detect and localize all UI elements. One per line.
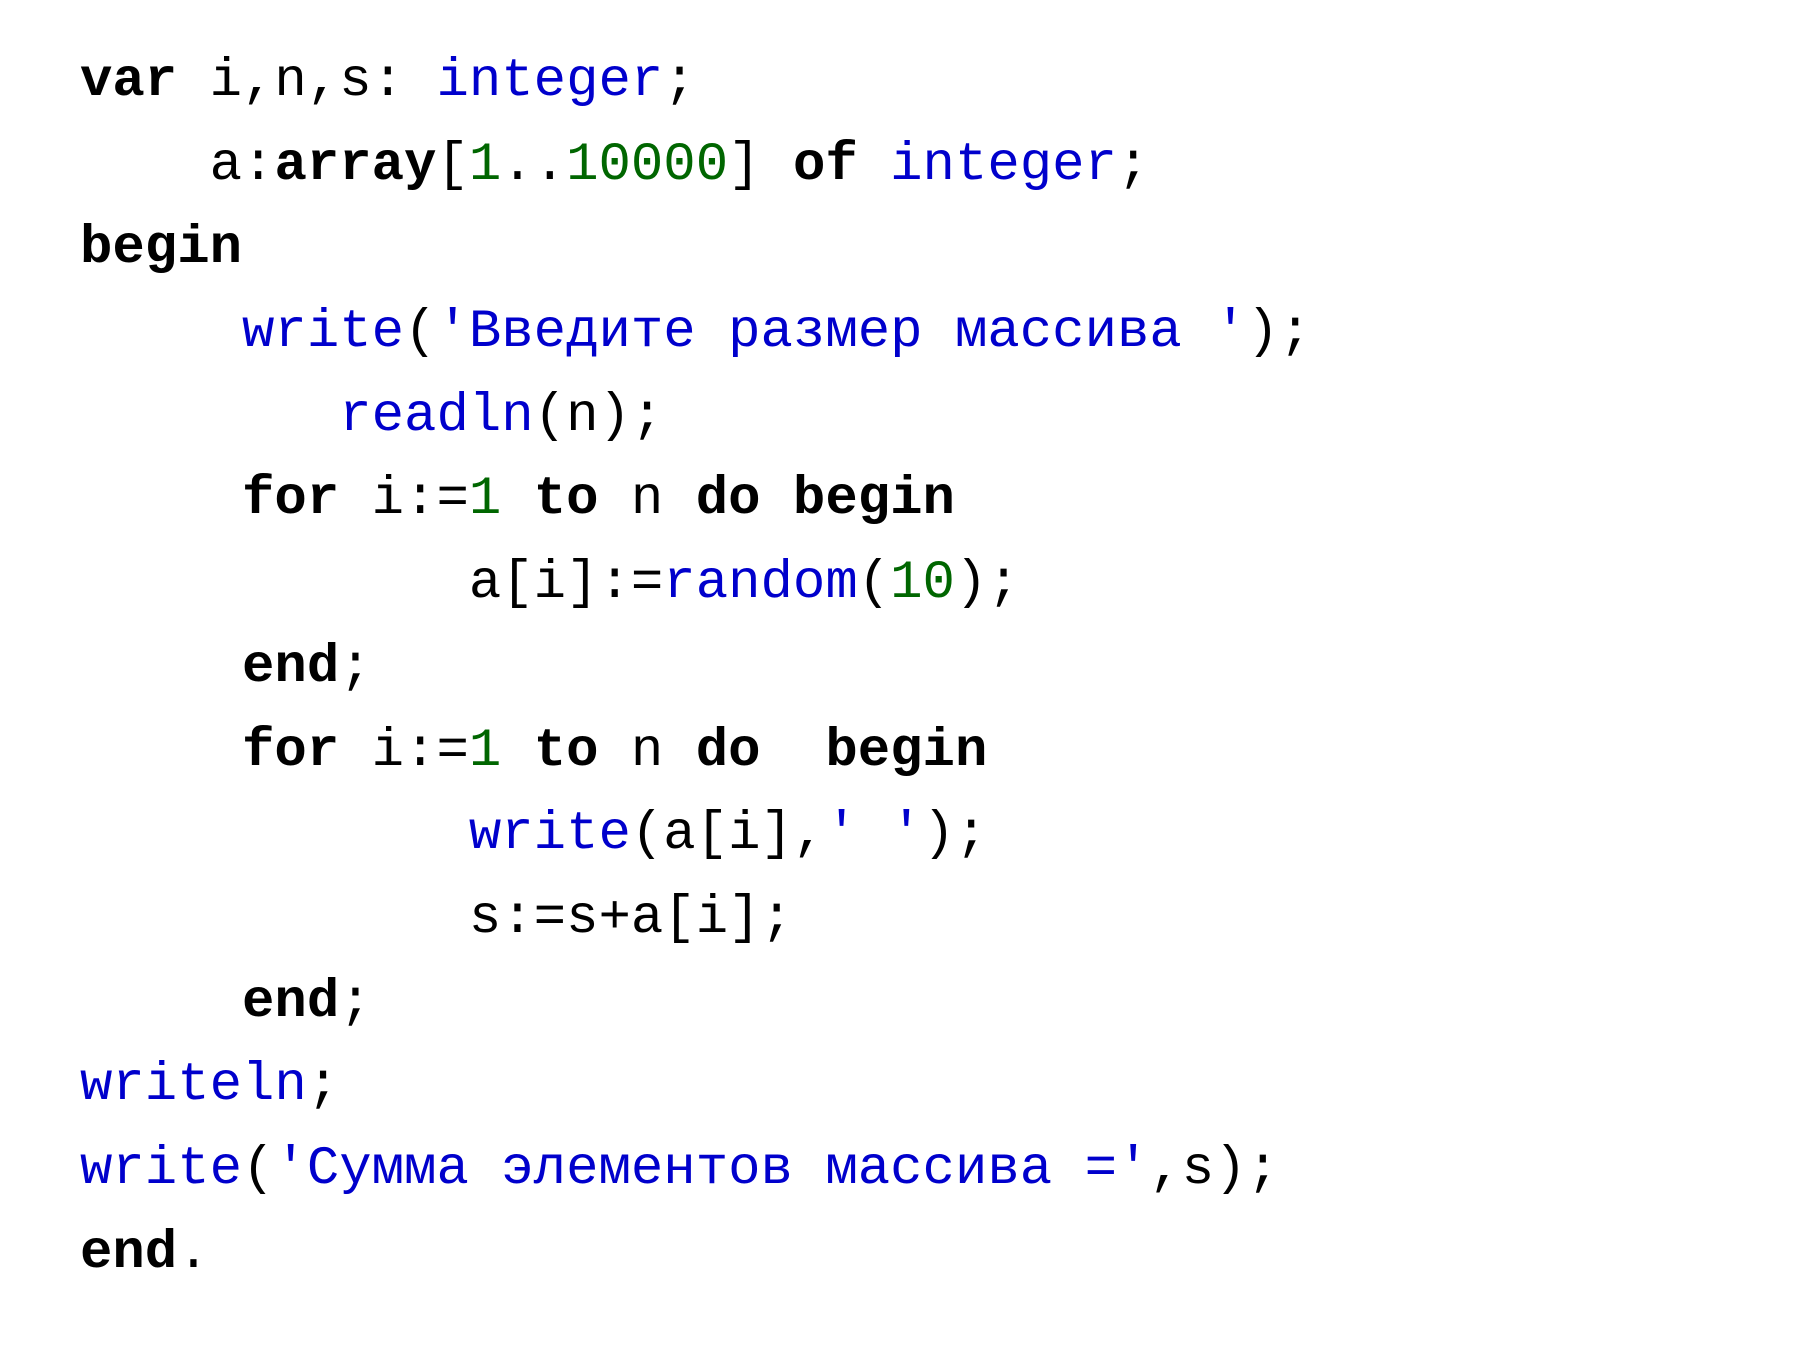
code-token: i:= [372, 469, 469, 530]
code-token: write [242, 302, 404, 363]
code-token: a[i]:= [80, 553, 663, 614]
code-token [80, 386, 339, 447]
code-token: s:=s+a[i]; [80, 888, 793, 949]
code-token: ' ' [825, 804, 922, 865]
code-token: write [469, 804, 631, 865]
code-token: ( [858, 553, 890, 614]
code-token: ( [242, 1139, 274, 1200]
code-token: 1 [469, 469, 501, 530]
code-token: . [177, 1223, 209, 1284]
code-token: of [793, 135, 890, 196]
code-token: ; [339, 972, 371, 1033]
code-token: begin [80, 218, 242, 279]
code-token: ; [307, 1055, 339, 1116]
code-token: 1 [469, 721, 501, 782]
code-token [80, 972, 242, 1033]
code-token: ); [923, 804, 988, 865]
code-token: array [274, 135, 436, 196]
code-token: ; [339, 637, 371, 698]
code-token: (a[i], [631, 804, 825, 865]
code-token [80, 302, 242, 363]
code-token: n [631, 721, 696, 782]
code-token: ; [663, 51, 695, 112]
code-token: 10 [890, 553, 955, 614]
code-token: for [242, 469, 372, 530]
code-token: n [631, 469, 696, 530]
code-token: integer [436, 51, 663, 112]
code-token: .. [501, 135, 566, 196]
code-token: i,n,s: [210, 51, 437, 112]
code-token [80, 469, 242, 530]
code-token [80, 804, 469, 865]
code-token [501, 721, 533, 782]
code-token: ] [728, 135, 793, 196]
code-token: 'Сумма элементов массива =' [274, 1139, 1149, 1200]
code-token: to [534, 469, 631, 530]
code-token: write [80, 1139, 242, 1200]
code-token: do begin [696, 469, 955, 530]
code-token: readln [339, 386, 533, 447]
code-token: ( [404, 302, 436, 363]
pascal-code-block: var i,n,s: integer; a:array[1..10000] of… [0, 0, 1800, 1335]
code-token: 10000 [566, 135, 728, 196]
code-token: end [242, 972, 339, 1033]
code-token: end [242, 637, 339, 698]
code-token: ); [955, 553, 1020, 614]
code-token: to [534, 721, 631, 782]
code-token: ); [1247, 302, 1312, 363]
code-token: 'Введите размер массива ' [436, 302, 1246, 363]
code-token: [ [436, 135, 468, 196]
code-token [80, 721, 242, 782]
code-token: var [80, 51, 210, 112]
code-token: 1 [469, 135, 501, 196]
code-token: writeln [80, 1055, 307, 1116]
code-token: a: [80, 135, 274, 196]
code-token [501, 469, 533, 530]
code-token: i:= [372, 721, 469, 782]
code-token: (n); [534, 386, 664, 447]
code-token: integer [890, 135, 1117, 196]
code-token: ,s); [1149, 1139, 1279, 1200]
code-token: end [80, 1223, 177, 1284]
code-token: do begin [696, 721, 988, 782]
code-token: ; [1117, 135, 1149, 196]
code-token [80, 637, 242, 698]
code-token: for [242, 721, 372, 782]
code-token: random [663, 553, 857, 614]
